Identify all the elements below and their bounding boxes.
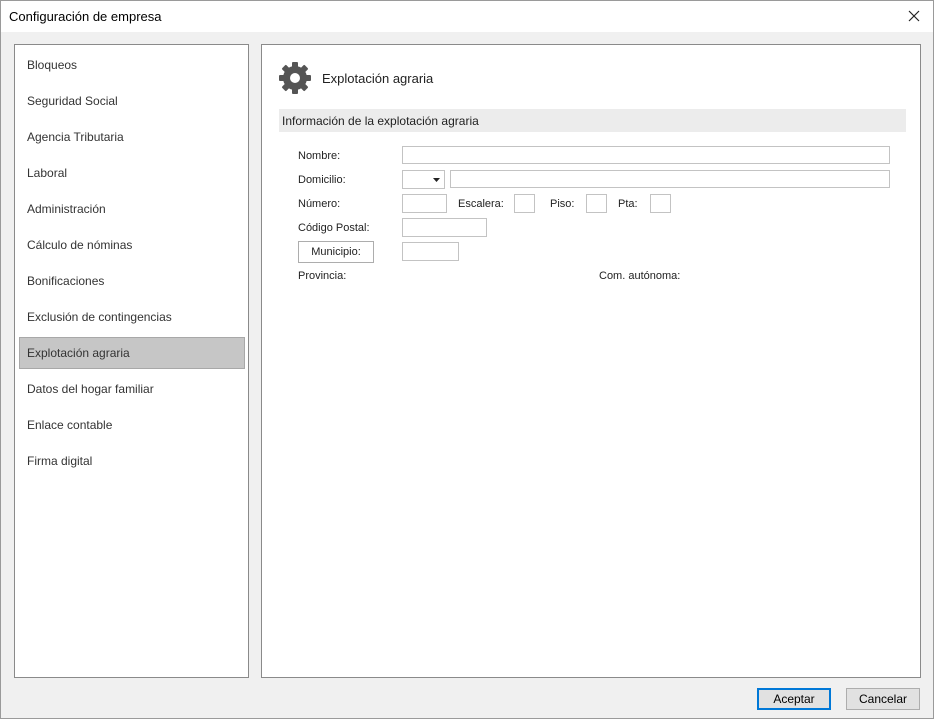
sidebar-item-laboral[interactable]: Laboral [19, 157, 245, 189]
cancel-button[interactable]: Cancelar [846, 688, 920, 710]
sidebar-item-label: Bonificaciones [27, 274, 105, 288]
sidebar-item-datos-hogar-familiar[interactable]: Datos del hogar familiar [19, 373, 245, 405]
sidebar-item-administracion[interactable]: Administración [19, 193, 245, 225]
sidebar-item-agencia-tributaria[interactable]: Agencia Tributaria [19, 121, 245, 153]
window-title: Configuración de empresa [9, 9, 162, 24]
domicilio-label: Domicilio: [298, 174, 346, 186]
domicilio-input[interactable] [450, 170, 890, 188]
sidebar-item-label: Enlace contable [27, 418, 113, 432]
sidebar-item-label: Seguridad Social [27, 94, 118, 108]
sidebar-item-label: Bloqueos [27, 58, 78, 72]
gear-icon [279, 62, 311, 94]
sidebar: Bloqueos Seguridad Social Agencia Tribut… [14, 44, 249, 678]
page-title: Explotación agraria [322, 71, 434, 86]
pta-label: Pta: [618, 198, 638, 210]
pta-input[interactable] [650, 194, 671, 213]
sidebar-item-calculo-nominas[interactable]: Cálculo de nóminas [19, 229, 245, 261]
sidebar-item-enlace-contable[interactable]: Enlace contable [19, 409, 245, 441]
com-autonoma-label: Com. autónoma: [599, 270, 681, 282]
escalera-input[interactable] [514, 194, 535, 213]
chevron-down-icon [429, 171, 444, 188]
section-title: Información de la explotación agraria [282, 114, 479, 128]
sidebar-item-label: Agencia Tributaria [27, 130, 124, 144]
sidebar-item-seguridad-social[interactable]: Seguridad Social [19, 85, 245, 117]
numero-input[interactable] [402, 194, 447, 213]
title-bar: Configuración de empresa [1, 1, 933, 32]
close-icon [908, 10, 920, 22]
nombre-input[interactable] [402, 146, 890, 164]
sidebar-item-bloqueos[interactable]: Bloqueos [19, 49, 245, 81]
municipio-input[interactable] [402, 242, 459, 261]
sidebar-item-bonificaciones[interactable]: Bonificaciones [19, 265, 245, 297]
sidebar-item-label: Explotación agraria [27, 346, 130, 360]
sidebar-item-label: Cálculo de nóminas [27, 238, 133, 252]
sidebar-item-label: Datos del hogar familiar [27, 382, 154, 396]
sidebar-item-label: Exclusión de contingencias [27, 310, 172, 324]
sidebar-item-label: Firma digital [27, 454, 93, 468]
nombre-label: Nombre: [298, 150, 341, 162]
accept-button[interactable]: Aceptar [757, 688, 831, 710]
section-header: Información de la explotación agraria [279, 109, 906, 132]
main-panel: Explotación agraria Información de la ex… [261, 44, 921, 678]
dialog-window: Configuración de empresa Bloqueos Seguri… [0, 0, 934, 719]
sidebar-item-explotacion-agraria[interactable]: Explotación agraria [19, 337, 245, 369]
municipio-button[interactable]: Municipio: [298, 241, 374, 263]
provincia-label: Provincia: [298, 270, 347, 282]
escalera-label: Escalera: [458, 198, 504, 210]
piso-label: Piso: [550, 198, 575, 210]
sidebar-item-label: Administración [27, 202, 106, 216]
close-button[interactable] [901, 4, 927, 28]
numero-label: Número: [298, 198, 341, 210]
piso-input[interactable] [586, 194, 607, 213]
sidebar-item-label: Laboral [27, 166, 68, 180]
sidebar-item-exclusion-contingencias[interactable]: Exclusión de contingencias [19, 301, 245, 333]
sidebar-item-firma-digital[interactable]: Firma digital [19, 445, 245, 477]
domicilio-type-select[interactable] [402, 170, 445, 189]
codigo-postal-input[interactable] [402, 218, 487, 237]
codigo-postal-label: Código Postal: [298, 222, 370, 234]
